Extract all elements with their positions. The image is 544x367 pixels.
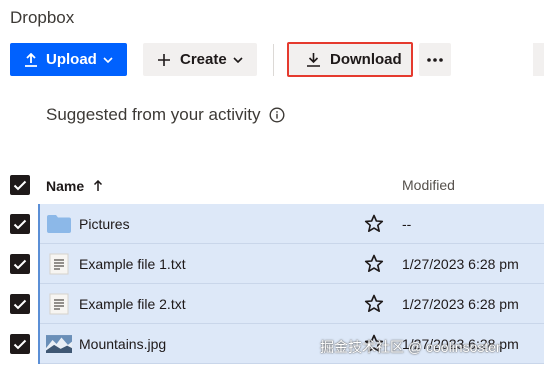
app-title: Dropbox xyxy=(10,8,75,27)
upload-label: Upload xyxy=(46,51,97,68)
download-label: Download xyxy=(330,51,402,68)
file-name[interactable]: Example file 2.txt xyxy=(79,296,186,312)
chevron-down-icon xyxy=(233,56,243,63)
suggested-section-title: Suggested from your activity xyxy=(46,105,285,125)
text-file-icon xyxy=(46,292,72,316)
modified-value: 1/27/2023 6:28 pm xyxy=(402,296,519,312)
info-icon[interactable] xyxy=(269,107,285,123)
name-column-header[interactable]: Name xyxy=(46,178,103,194)
watermark: 掘金技术社区 @ coolinsoster xyxy=(320,339,501,355)
row-checkbox[interactable] xyxy=(10,254,30,274)
toolbar-divider xyxy=(273,44,274,76)
row-selection-accent xyxy=(38,244,40,284)
modified-column-header[interactable]: Modified xyxy=(402,177,455,193)
star-icon[interactable] xyxy=(364,294,384,313)
file-name[interactable]: Pictures xyxy=(79,216,130,232)
arrow-up-icon xyxy=(93,180,103,192)
file-name[interactable]: Mountains.jpg xyxy=(79,336,166,352)
table-header: Name Modified xyxy=(0,166,544,204)
table-row[interactable]: Pictures -- xyxy=(0,204,544,244)
text-file-icon xyxy=(46,252,72,276)
toolbar-overflow-button[interactable] xyxy=(533,43,544,76)
row-checkbox[interactable] xyxy=(10,294,30,314)
row-selection-accent xyxy=(38,284,40,324)
upload-icon xyxy=(24,52,38,67)
folder-icon xyxy=(46,212,72,236)
modified-value: -- xyxy=(402,216,412,232)
table-row[interactable]: Example file 1.txt 1/27/2023 6:28 pm xyxy=(0,244,544,284)
chevron-down-icon xyxy=(103,56,113,63)
star-icon[interactable] xyxy=(364,254,384,273)
modified-value: 1/27/2023 6:28 pm xyxy=(402,256,519,272)
row-selection-accent xyxy=(38,204,40,244)
more-icon xyxy=(427,57,443,62)
toolbar: Upload Create Download xyxy=(0,42,544,77)
row-selection-accent xyxy=(38,324,40,364)
row-checkbox[interactable] xyxy=(10,214,30,234)
file-name[interactable]: Example file 1.txt xyxy=(79,256,186,272)
image-thumbnail-icon xyxy=(46,332,72,356)
name-column-label: Name xyxy=(46,178,85,194)
download-icon xyxy=(306,52,321,67)
table-row[interactable]: Example file 2.txt 1/27/2023 6:28 pm xyxy=(0,284,544,324)
suggested-label: Suggested from your activity xyxy=(46,105,261,124)
select-all-checkbox[interactable] xyxy=(10,175,30,195)
create-label: Create xyxy=(180,51,227,68)
row-checkbox[interactable] xyxy=(10,334,30,354)
more-options-button[interactable] xyxy=(419,43,451,76)
upload-button[interactable]: Upload xyxy=(10,43,127,76)
plus-icon xyxy=(157,53,171,67)
create-button[interactable]: Create xyxy=(143,43,257,76)
star-icon[interactable] xyxy=(364,214,384,233)
download-button[interactable]: Download xyxy=(287,42,413,77)
